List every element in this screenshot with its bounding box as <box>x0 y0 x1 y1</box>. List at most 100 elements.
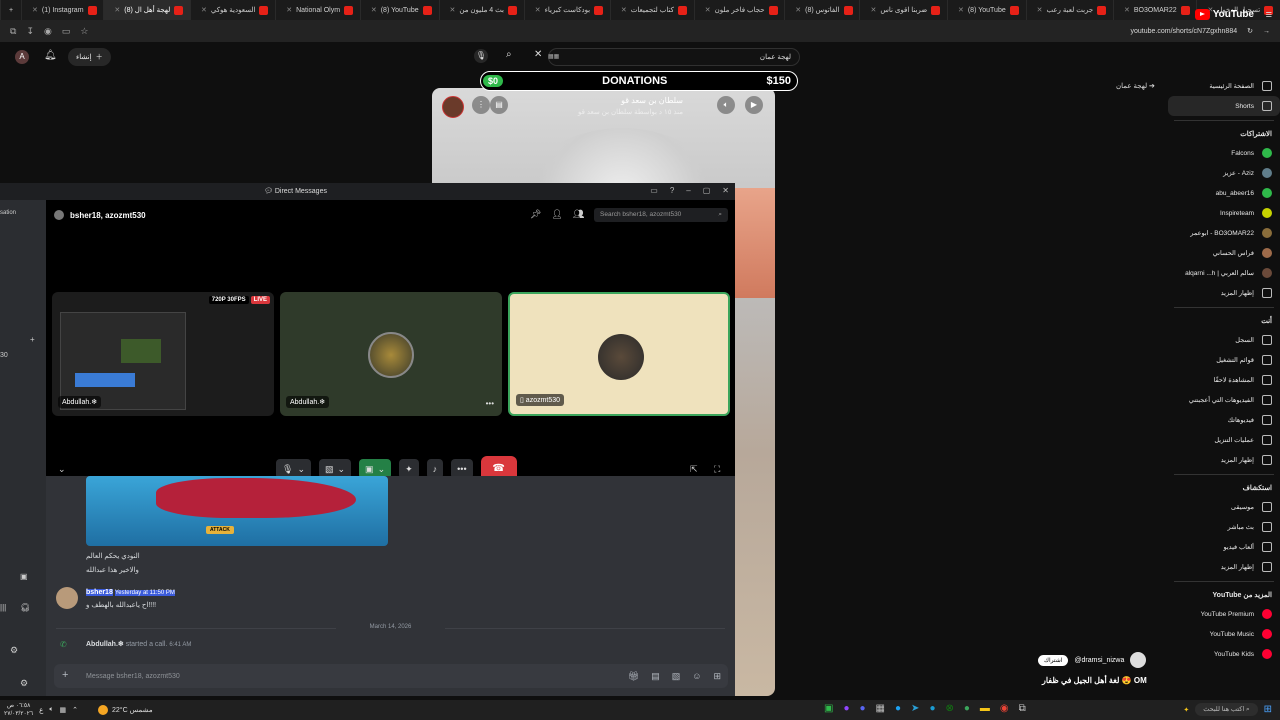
settings-icon[interactable]: ⚙ <box>20 678 28 689</box>
create-button[interactable]: إنشاء ＋ <box>68 48 111 66</box>
screen-icon[interactable]: ▣ <box>20 572 28 581</box>
sidebar-item[interactable]: YouTube Kids <box>1168 644 1280 664</box>
browser-tab[interactable]: ✕ بودكاست كبرياء <box>523 0 610 20</box>
tab-close-icon[interactable]: ✕ <box>450 6 456 14</box>
tab-close-icon[interactable]: ✕ <box>795 6 801 14</box>
file-explorer-icon[interactable]: ▬ <box>980 703 990 714</box>
add-icon[interactable]: + <box>30 335 35 344</box>
members-icon[interactable]: 👥︎ <box>573 209 584 220</box>
more-options-icon[interactable]: ⋮ <box>472 96 490 114</box>
sidebar-item[interactable]: قوائم التشغيل <box>1168 350 1280 370</box>
menu-icon[interactable]: ≡ <box>1266 9 1272 21</box>
search-input[interactable]: لهجة عمان <box>548 48 800 66</box>
voice-search-mic-icon[interactable]: 🎙︎ <box>474 49 488 63</box>
sidebar-item[interactable]: فراس الحساني <box>1168 243 1280 263</box>
star-icon[interactable]: ☆ <box>80 26 88 37</box>
sidebar-item[interactable]: سالم العربي | alqarni ...h <box>1168 263 1280 283</box>
taskbar-search-input[interactable]: اكتب هنا للبحث ⌕ <box>1195 703 1258 716</box>
xbox-icon[interactable]: ⊗ <box>945 703 953 714</box>
new-tab-button[interactable]: + <box>0 0 21 20</box>
tab-close-icon[interactable]: ✕ <box>958 6 964 14</box>
youtube-logo[interactable]: YouTube <box>1194 9 1254 20</box>
popout-icon[interactable]: ⇱ <box>690 464 698 475</box>
browser-tab[interactable]: ✕ السعودية هوكي <box>189 0 275 20</box>
url-field[interactable]: youtube.com/shorts/cN7Zgxhn884 <box>1131 28 1238 35</box>
browser-tab[interactable]: ✕ (8) لهجة أهل ال <box>103 0 190 20</box>
browser-tab[interactable]: ✕ (1) Instagram <box>21 0 103 20</box>
sidebar-item[interactable]: بث مباشر <box>1168 517 1280 537</box>
sidebar-item[interactable]: إظهار المزيد <box>1168 557 1280 577</box>
fullscreen-icon[interactable]: ⛶ <box>714 464 720 475</box>
close-icon[interactable]: ✕ <box>722 186 729 195</box>
steam-icon[interactable]: ● <box>929 703 935 714</box>
sticker-icon[interactable]: ▧ <box>672 671 681 682</box>
telegram-icon[interactable]: ➤ <box>911 703 919 714</box>
avatar[interactable] <box>56 587 78 609</box>
sidebar-item[interactable]: عمليات التنزيل <box>1168 430 1280 450</box>
tab-close-icon[interactable]: ✕ <box>32 6 38 14</box>
tab-close-icon[interactable]: ✕ <box>114 6 120 14</box>
minimize-icon[interactable]: – <box>686 186 690 195</box>
inbox-icon[interactable]: ▭ <box>650 186 658 195</box>
add-friend-icon[interactable]: 👤︎ <box>551 209 562 220</box>
network-icon[interactable]: ▦ <box>60 706 67 714</box>
image-attachment[interactable]: ATTACK <box>86 476 388 546</box>
mute-icon[interactable]: 🔈︎ <box>717 96 735 114</box>
speaker-icon[interactable]: 🔈︎ <box>49 706 53 714</box>
more-icon[interactable]: ••• <box>486 399 494 408</box>
dm-search-input[interactable]: Search bsher18, azozmt530 ⌕ <box>594 208 728 222</box>
keyboard-icon[interactable]: ▦▦ <box>548 53 559 60</box>
sidebar-section-heading[interactable]: أنت <box>1168 312 1280 330</box>
task-view-icon[interactable]: ⧉ <box>1019 703 1026 714</box>
sidebar-item[interactable]: Falcons <box>1168 143 1280 163</box>
browser-tab[interactable]: ✕ (8) الفاتوس <box>784 0 859 20</box>
sidebar-item[interactable]: الفيديوهات التي أعجبتني <box>1168 390 1280 410</box>
sidebar-item[interactable]: abu_abeer16 <box>1168 183 1280 203</box>
browser-tab[interactable]: ✕ حجاب فاخر ملون <box>693 0 785 20</box>
browser-tab[interactable]: ✕ كتاب لتجميعات <box>609 0 694 20</box>
app-icon-twitch[interactable]: ● <box>843 703 849 714</box>
message-author[interactable]: bsher18 <box>86 589 113 596</box>
sidebar-item[interactable]: موسيقى <box>1168 497 1280 517</box>
notifications-bell-icon[interactable]: 🔔︎ <box>44 50 57 61</box>
tab-close-icon[interactable]: ✕ <box>535 6 541 14</box>
browser-tab[interactable]: ✕ (8) YouTube <box>946 0 1026 20</box>
gift-icon[interactable]: 🎁︎ <box>628 671 639 682</box>
weather-widget[interactable]: 22°C مشمس <box>98 705 153 715</box>
gif-icon[interactable]: ▤ <box>651 671 660 682</box>
sidebar-section-heading[interactable]: الاشتراكات <box>1168 125 1280 143</box>
browser-icon[interactable]: ● <box>895 703 901 714</box>
sidebar-item[interactable]: Aziz - عزيز <box>1168 163 1280 183</box>
sidebar-item[interactable]: Inspireteam <box>1168 203 1280 223</box>
sidebar-item[interactable]: المشاهدة لاحقًا <box>1168 370 1280 390</box>
windows-start-icon[interactable]: ⊞ <box>1264 704 1272 715</box>
avatar[interactable]: A <box>15 50 29 64</box>
browser-tab[interactable]: ✕ بث 4 مليون من <box>438 0 524 20</box>
tab-close-icon[interactable]: ✕ <box>621 6 627 14</box>
discord-icon[interactable]: ● <box>860 703 866 714</box>
browser-tab[interactable]: ✕ جربت لعبة رعب <box>1025 0 1113 20</box>
sidebar-icon[interactable]: ▭ <box>62 26 71 37</box>
emoji-icon[interactable]: ☺ <box>692 671 701 682</box>
channel-handle[interactable]: @dramsi_nizwa <box>1074 657 1124 664</box>
forward-icon[interactable]: → <box>1263 28 1270 35</box>
attach-plus-icon[interactable]: + <box>62 669 68 681</box>
reload-icon[interactable]: ↻ <box>1247 27 1253 35</box>
collapse-chevron-icon[interactable]: ⌄ <box>58 464 66 475</box>
sidebar-item[interactable]: السجل <box>1168 330 1280 350</box>
clear-search-icon[interactable]: ✕ <box>534 49 542 60</box>
tab-close-icon[interactable]: ✕ <box>371 6 377 14</box>
chrome-icon[interactable]: ◉ <box>1000 703 1009 714</box>
app-icon-green2[interactable]: ● <box>964 703 970 714</box>
sidebar-item[interactable]: إظهار المزيد <box>1168 450 1280 470</box>
browser-tab[interactable]: ✕ ضربنا اقوى ناس <box>859 0 947 20</box>
play-icon[interactable]: ▶ <box>745 96 763 114</box>
browser-tab[interactable]: ✕ National Olym <box>275 0 360 20</box>
help-icon[interactable]: ? <box>670 186 674 195</box>
widgets-icon[interactable]: ✦ <box>1183 706 1189 714</box>
extensions-icon[interactable]: ⧉ <box>10 26 16 37</box>
browser-tab[interactable]: ✕ (8) YouTube <box>359 0 439 20</box>
clock[interactable]: ٠٦:٥٨ ص ٢٧/٠٣/٢٠٢٦ <box>4 702 33 718</box>
apps-icon[interactable]: ⊞ <box>713 671 721 682</box>
search-icon[interactable]: ⌕ <box>506 49 512 60</box>
